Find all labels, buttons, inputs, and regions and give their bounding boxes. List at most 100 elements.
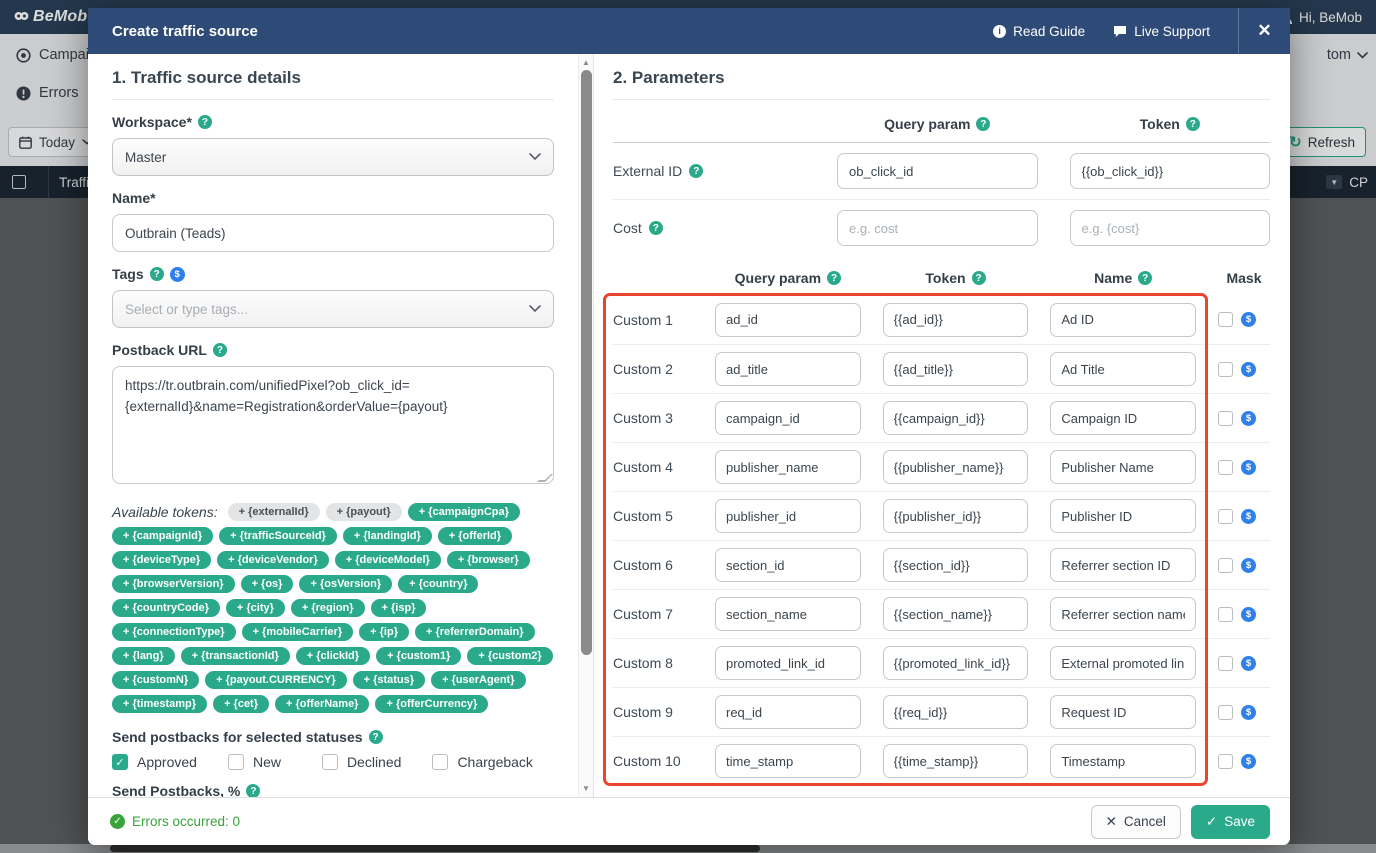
token-chip[interactable]: + {country} <box>398 575 479 593</box>
help-icon[interactable]: ? <box>971 271 986 285</box>
custom-name-input[interactable] <box>1050 401 1196 435</box>
mask-checkbox[interactable] <box>1218 361 1233 377</box>
custom-name-input[interactable] <box>1050 352 1196 386</box>
help-icon[interactable]: ? <box>1138 271 1153 285</box>
custom-name-input[interactable] <box>1050 646 1196 680</box>
token-chip[interactable]: + {mobileCarrier} <box>241 623 354 641</box>
token-chip[interactable]: + {campaignId} <box>112 527 214 545</box>
custom-name-input[interactable] <box>1050 450 1196 484</box>
token-chip[interactable]: + {custom1} <box>376 647 462 665</box>
read-guide-link[interactable]: i Read Guide <box>993 24 1085 39</box>
money-icon[interactable]: $ <box>1241 312 1256 327</box>
token-chip[interactable]: + {os} <box>240 575 294 593</box>
mask-checkbox[interactable] <box>1218 606 1233 622</box>
help-icon[interactable]: ? <box>368 730 383 744</box>
token-chip[interactable]: + {landingId} <box>342 527 432 545</box>
token-chip[interactable]: + {browserVersion} <box>112 575 235 593</box>
money-icon[interactable]: $ <box>1241 557 1256 573</box>
custom-token-input[interactable] <box>882 548 1029 582</box>
custom-query-input[interactable] <box>715 352 861 386</box>
mask-checkbox[interactable] <box>1218 312 1233 327</box>
token-chip[interactable]: + {status} <box>352 671 426 689</box>
help-icon[interactable]: ? <box>689 164 704 178</box>
token-chip[interactable]: + {cet} <box>213 695 270 713</box>
token-chip[interactable]: + {customN} <box>112 671 200 689</box>
external-id-query-input[interactable] <box>837 153 1038 189</box>
mask-checkbox[interactable] <box>1218 557 1233 573</box>
custom-query-input[interactable] <box>715 499 861 533</box>
live-support-link[interactable]: Live Support <box>1113 24 1210 39</box>
token-chip[interactable]: + {payout} <box>325 503 402 521</box>
checkbox-icon[interactable] <box>228 754 245 770</box>
custom-query-input[interactable] <box>715 450 861 484</box>
token-chip[interactable]: + {clickId} <box>295 647 371 665</box>
money-icon[interactable]: $ <box>1241 410 1256 426</box>
money-icon[interactable]: $ <box>1241 704 1256 720</box>
token-chip[interactable]: + {browser} <box>446 551 530 569</box>
money-icon[interactable]: $ <box>1241 508 1256 524</box>
money-icon[interactable]: $ <box>1241 361 1256 377</box>
vertical-scrollbar-thumb[interactable] <box>581 70 592 655</box>
token-chip[interactable]: + {region} <box>290 599 365 617</box>
token-chip[interactable]: + {deviceModel} <box>334 551 441 569</box>
vertical-scrollbar[interactable]: ▲ ▼ <box>578 54 593 797</box>
custom-token-input[interactable] <box>882 597 1029 631</box>
help-icon[interactable]: ? <box>149 267 164 281</box>
token-chip[interactable]: + {deviceType} <box>112 551 212 569</box>
token-chip[interactable]: + {deviceVendor} <box>217 551 329 569</box>
custom-token-input[interactable] <box>882 695 1029 729</box>
custom-token-input[interactable] <box>882 646 1029 680</box>
cost-query-input[interactable] <box>837 210 1038 246</box>
status-checkbox-new[interactable]: New <box>228 754 322 770</box>
money-icon[interactable]: $ <box>1241 655 1256 671</box>
token-chip[interactable]: + {countryCode} <box>112 599 220 617</box>
mask-checkbox[interactable] <box>1218 704 1233 720</box>
custom-query-input[interactable] <box>715 548 861 582</box>
money-icon[interactable]: $ <box>169 266 185 282</box>
custom-token-input[interactable] <box>882 744 1029 778</box>
token-chip[interactable]: + {offerName} <box>275 695 370 713</box>
help-icon[interactable]: ? <box>648 221 663 235</box>
custom-token-input[interactable] <box>882 401 1029 435</box>
external-id-token-input[interactable] <box>1069 153 1270 189</box>
checkbox-icon[interactable] <box>432 754 449 770</box>
custom-name-input[interactable] <box>1050 302 1196 337</box>
checkbox-icon[interactable] <box>112 754 128 770</box>
scroll-up-icon[interactable]: ▲ <box>579 58 593 67</box>
custom-token-input[interactable] <box>882 352 1029 386</box>
help-icon[interactable]: ? <box>246 784 261 797</box>
token-chip[interactable]: + {transactionId} <box>180 647 290 665</box>
money-icon[interactable]: $ <box>1241 459 1256 475</box>
custom-query-input[interactable] <box>715 302 861 337</box>
help-icon[interactable]: ? <box>1185 117 1200 131</box>
money-icon[interactable]: $ <box>1241 753 1256 769</box>
token-chip[interactable]: + {trafficSourceId} <box>219 527 337 545</box>
mask-checkbox[interactable] <box>1218 459 1233 475</box>
tags-select[interactable]: Select or type tags... <box>112 290 554 328</box>
workspace-select[interactable]: Master <box>112 138 554 176</box>
token-chip[interactable]: + {lang} <box>112 647 175 665</box>
mask-checkbox[interactable] <box>1218 410 1233 426</box>
mask-checkbox[interactable] <box>1218 508 1233 524</box>
cancel-button[interactable]: Cancel <box>1090 804 1181 839</box>
custom-token-input[interactable] <box>882 450 1029 484</box>
token-chip[interactable]: + {userAgent} <box>431 671 526 689</box>
custom-token-input[interactable] <box>882 499 1029 533</box>
custom-token-input[interactable] <box>882 302 1029 337</box>
custom-name-input[interactable] <box>1050 499 1196 533</box>
custom-query-input[interactable] <box>715 597 861 631</box>
custom-name-input[interactable] <box>1050 548 1196 582</box>
token-chip[interactable]: + {externalId} <box>227 503 320 521</box>
cost-token-input[interactable] <box>1069 210 1270 246</box>
custom-query-input[interactable] <box>715 401 861 435</box>
name-input[interactable] <box>112 214 554 252</box>
token-chip[interactable]: + {timestamp} <box>112 695 208 713</box>
token-chip[interactable]: + {payout.CURRENCY} <box>205 671 347 689</box>
help-icon[interactable]: ? <box>976 117 991 131</box>
token-chip[interactable]: + {city} <box>225 599 285 617</box>
status-checkbox-chargeback[interactable]: Chargeback <box>432 754 554 770</box>
help-icon[interactable]: ? <box>827 271 842 285</box>
custom-query-input[interactable] <box>715 695 861 729</box>
token-chip[interactable]: + {ip} <box>359 623 409 641</box>
mask-checkbox[interactable] <box>1218 753 1233 769</box>
